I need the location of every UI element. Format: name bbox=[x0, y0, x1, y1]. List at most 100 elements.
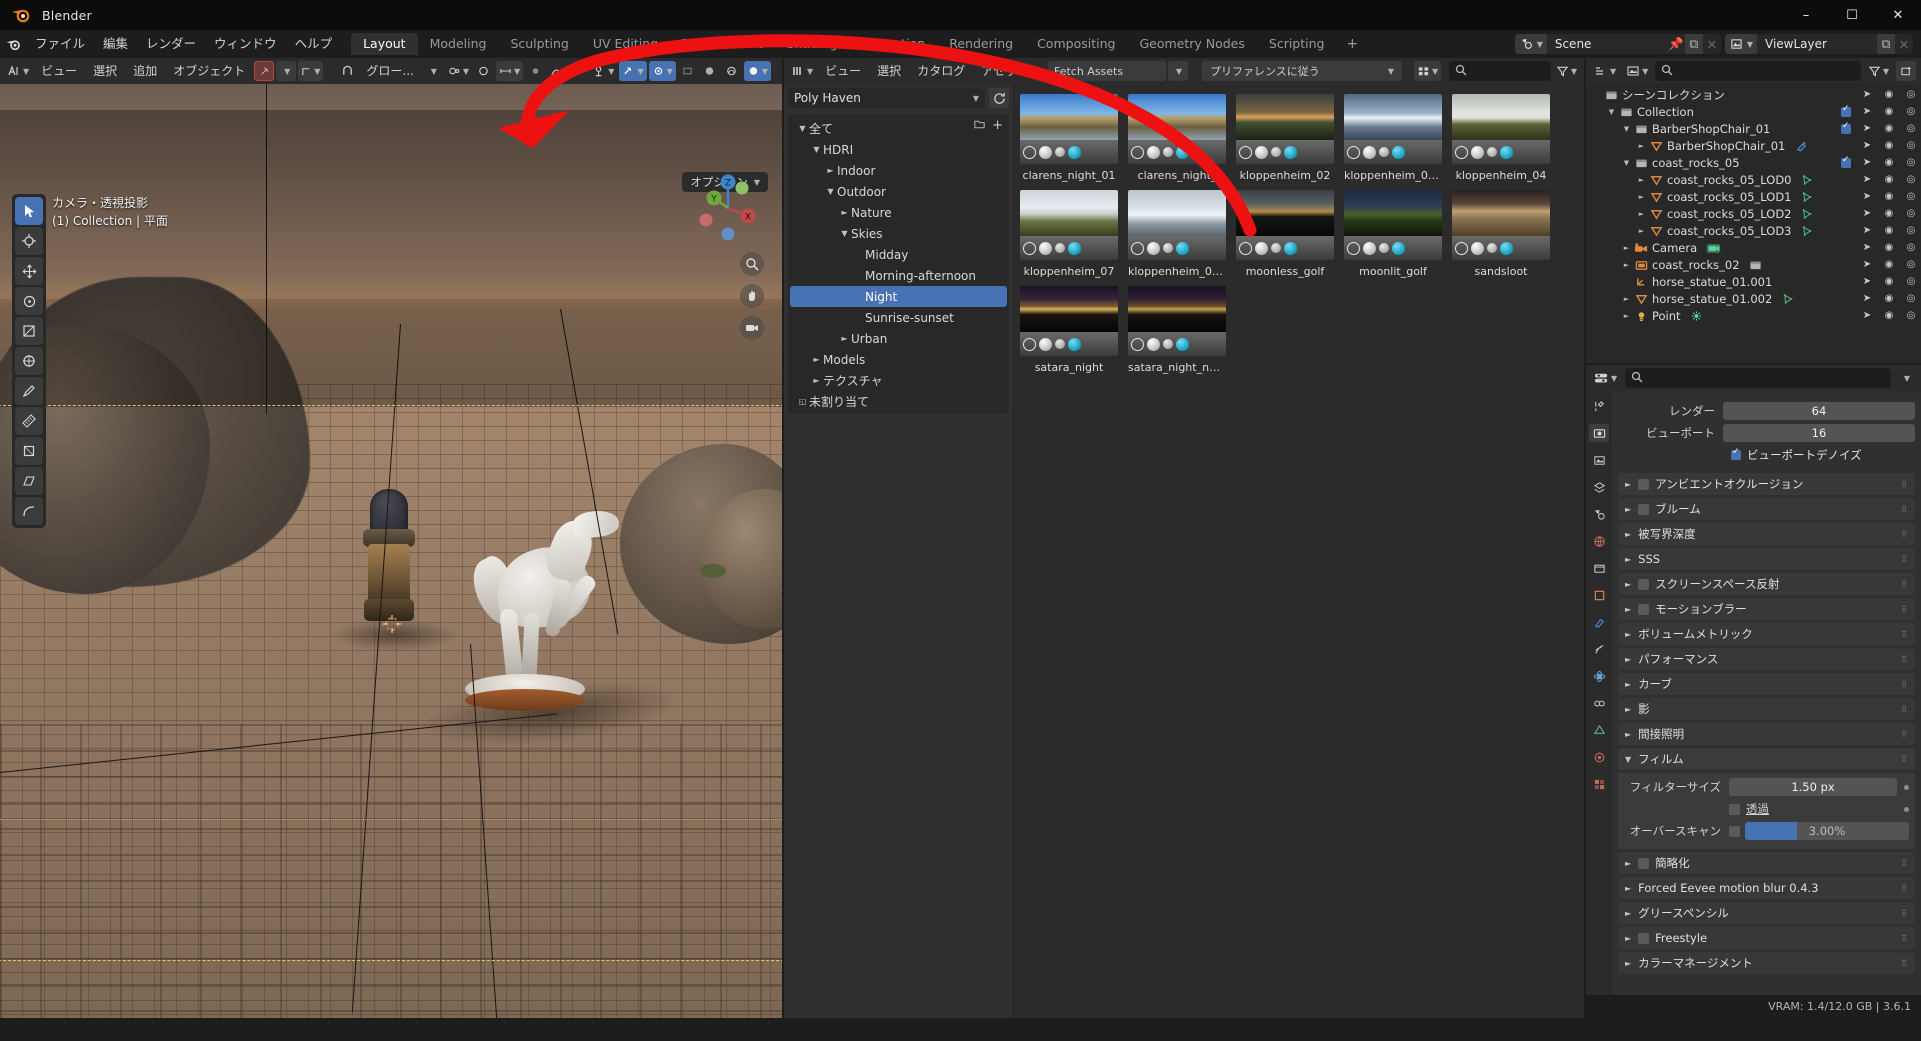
chevron-down-icon[interactable]: ▼ bbox=[810, 145, 823, 154]
outliner-row[interactable]: ► coast_rocks_05_LOD2 ➤ ◉ ◎ bbox=[1586, 205, 1921, 222]
asset-thumbnail[interactable] bbox=[1344, 94, 1442, 164]
catalog-item--[interactable]: ► テクスチャ bbox=[790, 370, 1007, 391]
chevron-right-icon[interactable]: ► bbox=[1625, 730, 1631, 739]
tab-particles-icon[interactable] bbox=[1589, 640, 1609, 658]
hide-eye-icon[interactable]: ◉ bbox=[1883, 140, 1895, 151]
panel-bottom-1[interactable]: ► Forced Eevee motion blur 0.4.3 ⠿ bbox=[1618, 877, 1915, 899]
transform-pivot-label[interactable]: グロー... bbox=[359, 61, 420, 81]
tab-object-icon[interactable] bbox=[1589, 586, 1609, 604]
tool-transform-icon[interactable] bbox=[15, 347, 43, 375]
chevron-right-icon[interactable]: ► bbox=[838, 208, 851, 217]
asset-item[interactable]: moonless_golf bbox=[1236, 190, 1334, 278]
chevron-right-icon[interactable]: ► bbox=[1625, 959, 1631, 968]
new-scene-icon[interactable]: ⧉ bbox=[1684, 34, 1703, 54]
disable-render-camera-icon[interactable]: ◎ bbox=[1905, 259, 1917, 270]
chevron-right-icon[interactable]: ► bbox=[1635, 176, 1648, 184]
viewlayer-icon[interactable]: ▼ bbox=[1724, 34, 1757, 54]
asset-item[interactable]: satara_night bbox=[1020, 286, 1118, 374]
modifier-icon[interactable] bbox=[1793, 140, 1809, 152]
outliner-display-mode-icon[interactable]: ▼ bbox=[1623, 61, 1651, 81]
outliner-row[interactable]: ► coast_rocks_05_LOD0 ➤ ◉ ◎ bbox=[1586, 171, 1921, 188]
light-data-icon[interactable] bbox=[1689, 310, 1705, 322]
chevron-right-icon[interactable]: ► bbox=[1625, 884, 1631, 893]
filter-icon[interactable]: ▼ bbox=[1865, 61, 1892, 81]
shading-rendered-icon[interactable]: ▼ bbox=[743, 61, 771, 81]
viewlayer-name[interactable]: ViewLayer bbox=[1757, 37, 1877, 51]
shading-material-icon[interactable] bbox=[722, 61, 742, 81]
asset-item[interactable]: clarens_night_01 bbox=[1020, 94, 1118, 182]
outliner-row[interactable]: horse_statue_01.001 ➤ ◉ ◎ bbox=[1586, 273, 1921, 290]
overscan-checkbox[interactable] bbox=[1729, 825, 1740, 837]
outliner-tree[interactable]: シーンコレクション ➤ ◉ ◎ ▼ Collection ➤ ◉ ◎ ▼ BarberShopCha… bbox=[1586, 84, 1921, 363]
chevron-right-icon[interactable]: ► bbox=[1625, 505, 1631, 514]
minimize-button[interactable]: – bbox=[1783, 0, 1829, 30]
tab-uv-editing[interactable]: UV Editing bbox=[581, 33, 670, 55]
asset-item[interactable]: kloppenheim_04 bbox=[1452, 94, 1550, 182]
panel-top-3[interactable]: ► SSS ⠿ bbox=[1618, 548, 1915, 570]
outliner-row[interactable]: シーンコレクション ➤ ◉ ◎ bbox=[1586, 86, 1921, 103]
chevron-right-icon[interactable]: ► bbox=[1620, 244, 1633, 252]
tab-texture-icon[interactable] bbox=[1589, 775, 1609, 793]
camera-view-icon[interactable] bbox=[740, 316, 764, 340]
outliner-row[interactable]: ► Camera ➤ ◉ ◎ bbox=[1586, 239, 1921, 256]
outliner-row[interactable]: ► coast_rocks_02 ➤ ◉ ◎ bbox=[1586, 256, 1921, 273]
hide-eye-icon[interactable]: ◉ bbox=[1883, 208, 1895, 219]
catalog-item-hdri[interactable]: ▼ HDRI bbox=[790, 139, 1007, 160]
disable-render-camera-icon[interactable]: ◎ bbox=[1905, 106, 1917, 117]
selectable-cursor-icon[interactable]: ➤ bbox=[1861, 293, 1873, 304]
properties-search-input[interactable] bbox=[1648, 371, 1885, 385]
tab-viewlayer-icon[interactable] bbox=[1589, 478, 1609, 496]
chevron-right-icon[interactable]: ► bbox=[1625, 934, 1631, 943]
animate-dot-icon[interactable] bbox=[1904, 806, 1909, 812]
chevron-right-icon[interactable]: ► bbox=[1625, 480, 1631, 489]
hide-eye-icon[interactable]: ◉ bbox=[1883, 157, 1895, 168]
mesh-data-icon[interactable] bbox=[1780, 293, 1796, 305]
panel-top-7[interactable]: ► パフォーマンス ⠿ bbox=[1618, 648, 1915, 670]
tab-world-icon[interactable] bbox=[1589, 532, 1609, 550]
panel-film-header[interactable]: ▼ フィルム ⠿ bbox=[1618, 748, 1915, 770]
asset-item[interactable]: moonlit_golf bbox=[1344, 190, 1442, 278]
tab-scene-icon[interactable] bbox=[1589, 505, 1609, 523]
overscan-slider[interactable]: 3.00% bbox=[1745, 822, 1909, 840]
catalog-item-outdoor[interactable]: ▼ Outdoor bbox=[790, 181, 1007, 202]
maximize-button[interactable]: ☐ bbox=[1829, 0, 1875, 30]
disable-render-camera-icon[interactable]: ◎ bbox=[1905, 242, 1917, 253]
panel-enable-checkbox[interactable] bbox=[1638, 478, 1650, 490]
chevron-right-icon[interactable]: ► bbox=[1635, 193, 1648, 201]
catalog-item-morning-afternoon[interactable]: Morning-afternoon bbox=[790, 265, 1007, 286]
snap-magnet-icon[interactable] bbox=[337, 61, 357, 81]
outliner-row[interactable]: ▼ Collection ➤ ◉ ◎ bbox=[1586, 103, 1921, 120]
chevron-down-icon[interactable]: ▼ bbox=[1605, 108, 1618, 116]
chevron-right-icon[interactable]: ► bbox=[1625, 705, 1631, 714]
hide-eye-icon[interactable]: ◉ bbox=[1883, 310, 1895, 321]
tool-scale-icon[interactable] bbox=[15, 317, 43, 345]
pan-hand-icon[interactable] bbox=[740, 284, 764, 308]
shading-solid-icon[interactable] bbox=[700, 61, 720, 81]
editor-type-icon[interactable]: ▼ bbox=[788, 61, 816, 81]
add-catalog-icon[interactable]: + bbox=[992, 118, 1003, 133]
chevron-right-icon[interactable]: ► bbox=[1635, 210, 1648, 218]
display-size-dropdown[interactable]: プリファレンスに従う ▼ bbox=[1201, 61, 1402, 81]
disable-render-camera-icon[interactable]: ◎ bbox=[1905, 123, 1917, 134]
collection-enable-checkbox[interactable] bbox=[1841, 121, 1851, 134]
snap-increment-icon[interactable]: ▼ bbox=[495, 61, 524, 81]
disable-render-camera-icon[interactable]: ◎ bbox=[1905, 157, 1917, 168]
chevron-right-icon[interactable]: ► bbox=[1635, 142, 1648, 150]
tool-bend-icon[interactable] bbox=[15, 497, 43, 525]
viewport-denoise-checkbox[interactable] bbox=[1731, 447, 1741, 460]
panel-top-1[interactable]: ► ブルーム ⠿ bbox=[1618, 498, 1915, 520]
selectable-cursor-icon[interactable]: ➤ bbox=[1861, 123, 1873, 134]
panel-top-6[interactable]: ► ボリュームメトリック ⠿ bbox=[1618, 623, 1915, 645]
catalog-item-skies[interactable]: ▼ Skies bbox=[790, 223, 1007, 244]
tab-modeling[interactable]: Modeling bbox=[418, 33, 499, 55]
transparent-checkbox[interactable] bbox=[1729, 803, 1740, 815]
chevron-right-icon[interactable]: ► bbox=[824, 166, 837, 175]
hide-eye-icon[interactable]: ◉ bbox=[1883, 191, 1895, 202]
panel-enable-checkbox[interactable] bbox=[1638, 503, 1650, 515]
tab-material-icon[interactable] bbox=[1589, 748, 1609, 766]
selectable-cursor-icon[interactable]: ➤ bbox=[1861, 89, 1873, 100]
asset-item[interactable]: clarens_night_ bbox=[1128, 94, 1226, 182]
tab-output-icon[interactable] bbox=[1589, 451, 1609, 469]
outliner-row[interactable]: ▼ coast_rocks_05 ➤ ◉ ◎ bbox=[1586, 154, 1921, 171]
samples-render-value[interactable]: 64 bbox=[1723, 402, 1915, 420]
